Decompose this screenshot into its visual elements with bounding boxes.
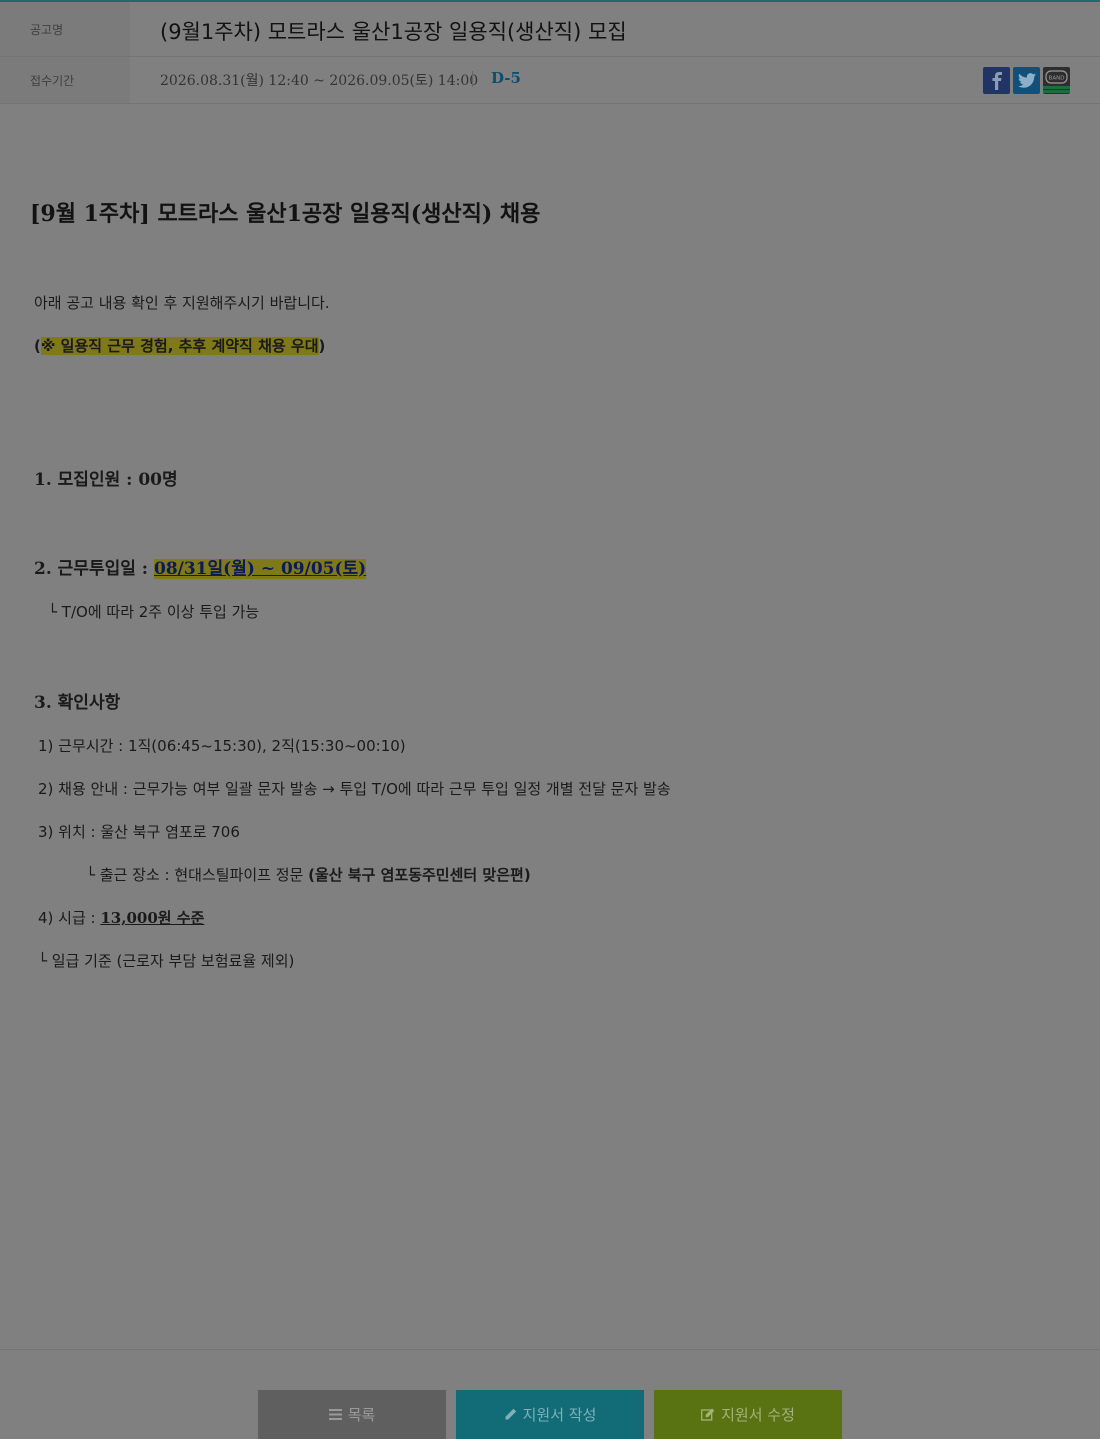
list-button[interactable]: 목록 <box>258 1390 446 1439</box>
write-application-label: 지원서 작성 <box>522 1406 597 1424</box>
twitter-icon <box>1017 73 1036 88</box>
band-label: BAND <box>1049 76 1065 82</box>
info-row-period: 접수기간 2026.08.31(월) 12:40 ~ 2026.09.05(토)… <box>0 57 1100 104</box>
section-checklist: 3. 확인사항 <box>34 693 121 713</box>
edit-application-label: 지원서 수정 <box>721 1406 795 1424</box>
posting-body: [9월 1주차] 모트라스 울산1공장 일용직(생산직) 채용 아래 공고 내용… <box>0 104 1100 1349</box>
work-dates-highlight: 08/31일(월) ~ 09/05(토) <box>153 559 367 579</box>
checklist-location: 3) 위치 : 울산 북구 염포로 706 <box>38 823 240 841</box>
dday-badge: D-5 <box>491 69 521 87</box>
application-period: 2026.08.31(월) 12:40 ~ 2026.09.05(토) 14:0… <box>160 73 479 89</box>
pencil-icon <box>504 1408 517 1421</box>
wage-note: └ 일급 기준 (근로자 부담 보험료율 제외) <box>38 952 295 970</box>
checklist-hiring-guide: 2) 채용 안내 : 근무가능 여부 일괄 문자 발송 → 투입 T/O에 따라… <box>38 780 671 798</box>
posting-title: (9월1주차) 모트라스 울산1공장 일용직(생산직) 모집 <box>160 20 627 44</box>
divider <box>472 71 473 87</box>
period-label: 접수기간 <box>0 57 130 103</box>
facebook-share-button[interactable] <box>983 67 1010 94</box>
edit-application-button[interactable]: 지원서 수정 <box>654 1390 842 1439</box>
checklist-hourly-wage: 4) 시급 : 13,000원 수준 <box>38 909 205 927</box>
twitter-share-button[interactable] <box>1013 67 1040 94</box>
work-dates-note: └ T/O에 따라 2주 이상 투입 가능 <box>48 603 260 621</box>
list-icon <box>328 1409 342 1420</box>
preference-notice: (※ 일용직 근무 경험, 추후 계약직 채용 우대) <box>34 337 326 355</box>
post-heading: [9월 1주차] 모트라스 울산1공장 일용직(생산직) 채용 <box>30 201 541 227</box>
write-application-button[interactable]: 지원서 작성 <box>456 1390 644 1439</box>
facebook-icon <box>992 71 1002 90</box>
checklist-meeting-place: └ 출근 장소 : 현대스틸파이프 정문 (울산 북구 염포동주민센터 맞은편) <box>86 866 531 884</box>
checklist-work-hours: 1) 근무시간 : 1직(06:45~15:30), 2직(15:30~00:1… <box>38 737 406 755</box>
band-share-button[interactable]: BAND <box>1043 67 1070 94</box>
section-recruit-count: 1. 모집인원 : 00명 <box>34 470 178 490</box>
edit-icon <box>701 1408 715 1421</box>
info-row-title: 공고명 (9월1주차) 모트라스 울산1공장 일용직(생산직) 모집 <box>0 2 1100 57</box>
title-label: 공고명 <box>0 2 130 56</box>
list-button-label: 목록 <box>347 1406 376 1424</box>
preference-highlight: ※ 일용직 근무 경험, 추후 계약직 채용 우대 <box>40 337 319 355</box>
intro-text: 아래 공고 내용 확인 후 지원해주시기 바랍니다. <box>34 294 330 312</box>
band-icon: BAND <box>1043 70 1070 93</box>
section-work-dates: 2. 근무투입일 : 08/31일(월) ~ 09/05(토) <box>34 559 367 579</box>
bottom-divider <box>0 1349 1100 1350</box>
